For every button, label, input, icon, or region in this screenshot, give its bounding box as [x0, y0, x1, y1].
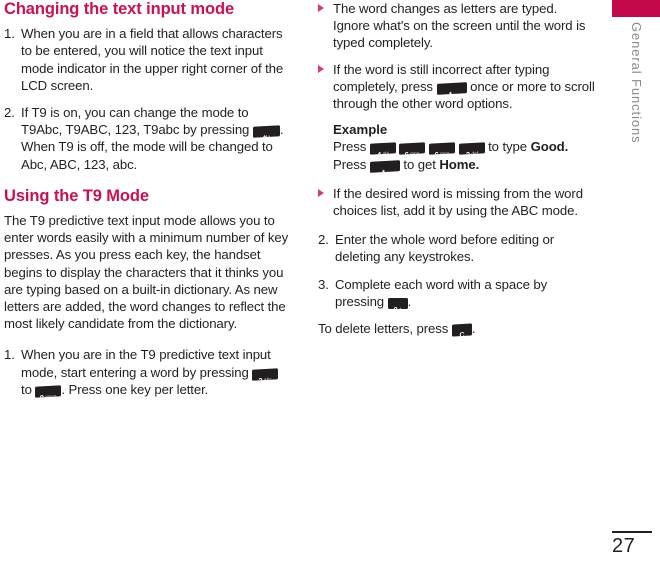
key-3-def-icon: 3 def — [458, 142, 485, 156]
heading-using-the-t9-mode: Using the T9 Mode — [4, 186, 149, 205]
bullet-item: If the word is still incorrect after typ… — [318, 61, 596, 113]
list-item: 2. Enter the whole word before editing o… — [318, 231, 596, 265]
example-label: Example — [333, 122, 388, 138]
list-item-text-end: . — [407, 293, 412, 309]
key-6-mno-icon: 6 mno — [399, 142, 426, 156]
page-number: 27 — [612, 535, 636, 557]
list-item-text: When you are in the T9 predictive text i… — [21, 347, 271, 380]
key-6-mno-icon: 6 mno — [428, 142, 455, 156]
example-block: Example Press 4 ghi 6 mno 6 mno 3 def to typ… — [318, 121, 596, 173]
closing-text-end: . — [471, 321, 476, 337]
key-9-wxyz-icon: 9 wxyz — [35, 385, 62, 398]
chapter-label: General Functions — [629, 22, 644, 144]
bullet-item-text: The word changes as letters are typed. I… — [333, 1, 586, 51]
example-result-word-2: Home. — [439, 156, 480, 172]
list-item-text: If T9 is on, you can change the mode to … — [21, 104, 250, 138]
list-number: 1. — [4, 26, 15, 42]
right-column: The word changes as letters are typed. I… — [318, 0, 596, 347]
key-2-abc-icon: 2 abc — [252, 367, 279, 381]
closing-text: To delete letters, press — [318, 321, 449, 337]
triangle-bullet-icon — [318, 4, 324, 12]
list-item-text: Complete each word with a space by press… — [335, 276, 548, 309]
list-item-text-end: . Press one key per letter. — [61, 381, 209, 397]
bullet-item: If the desired word is missing from the … — [318, 185, 596, 219]
key-4-ghi-icon: 4 ghi — [369, 142, 396, 156]
example-result-word: Good. — [530, 139, 569, 155]
example-tail-label: to type — [488, 139, 527, 155]
hash-key-icon: # • — [252, 125, 280, 138]
chapter-label-wrap: General Functions — [612, 22, 660, 252]
list-number: 2. — [318, 232, 329, 248]
list-item: 2. If T9 is on, you can change the mode … — [4, 104, 290, 173]
example-tail-label-2: to get — [403, 156, 436, 172]
example-line-1: Press 4 ghi 6 mno 6 mno 3 def to type Good. — [333, 138, 596, 156]
list-number: 2. — [4, 104, 15, 120]
example-press-label: Press — [333, 139, 367, 155]
key-0-space-icon: 0± — [387, 297, 408, 309]
bullet-item-text: If the desired word is missing from the … — [333, 185, 583, 219]
left-column: Changing the text input mode 1. When you… — [4, 0, 290, 408]
list-number: 3. — [318, 276, 329, 292]
manual-page: Changing the text input mode 1. When you… — [0, 0, 660, 564]
list-item: 1. When you are in a field that allows c… — [4, 25, 290, 94]
triangle-bullet-icon — [318, 64, 324, 73]
bullet-item: The word changes as letters are typed. I… — [318, 0, 596, 52]
page-folio: 27 — [612, 531, 654, 556]
t9-description-paragraph: The T9 predictive text input mode allows… — [4, 212, 289, 332]
list-item-text: When you are in a field that allows char… — [21, 26, 284, 93]
closing-instruction: To delete letters, press C . — [318, 320, 596, 337]
example-line-2: Press * · to get Home. — [333, 156, 596, 173]
folio-rule — [612, 531, 652, 533]
star-key-icon: * · — [369, 159, 400, 173]
clear-key-icon: C — [451, 323, 472, 337]
example-press-label-2: Press — [333, 156, 367, 172]
list-item: 1. When you are in the T9 predictive tex… — [4, 346, 290, 398]
list-number: 1. — [4, 347, 15, 363]
heading-changing-text-input-mode: Changing the text input mode — [4, 0, 235, 18]
list-item-text: Enter the whole word before editing or d… — [335, 232, 555, 265]
chapter-tab-bar — [612, 0, 660, 17]
list-item: 3. Complete each word with a space by pr… — [318, 276, 596, 310]
chapter-sidebar: General Functions — [612, 0, 660, 564]
list-item-text-cont: to — [21, 381, 32, 397]
triangle-bullet-icon — [318, 188, 324, 197]
star-key-icon: * · — [436, 81, 467, 95]
